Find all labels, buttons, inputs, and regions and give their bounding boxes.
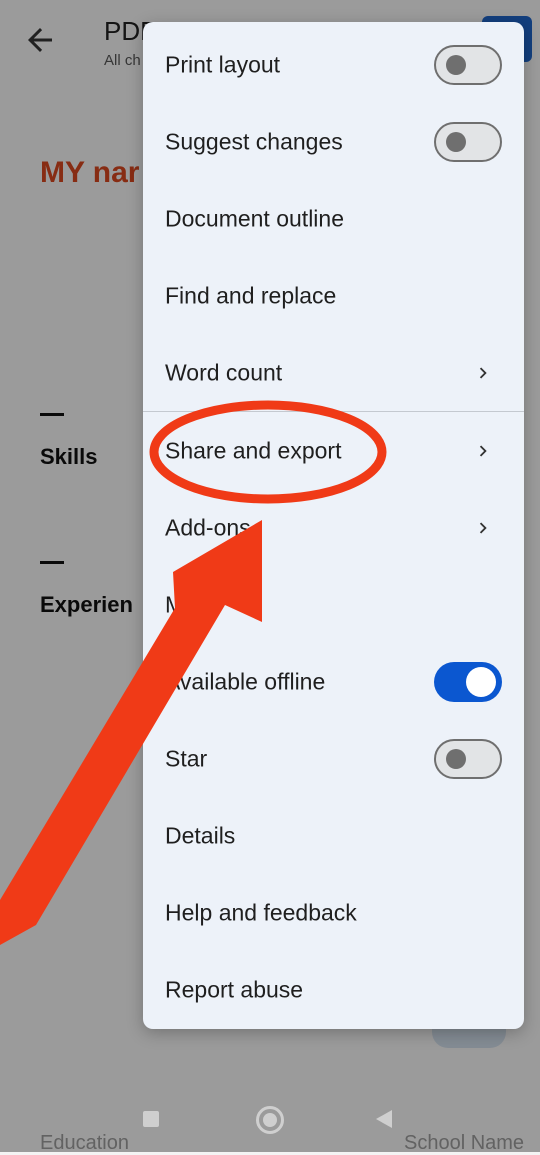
annotation-overlay	[0, 400, 387, 945]
highlight-ellipse	[149, 400, 387, 504]
pointer-arrow	[0, 520, 262, 945]
